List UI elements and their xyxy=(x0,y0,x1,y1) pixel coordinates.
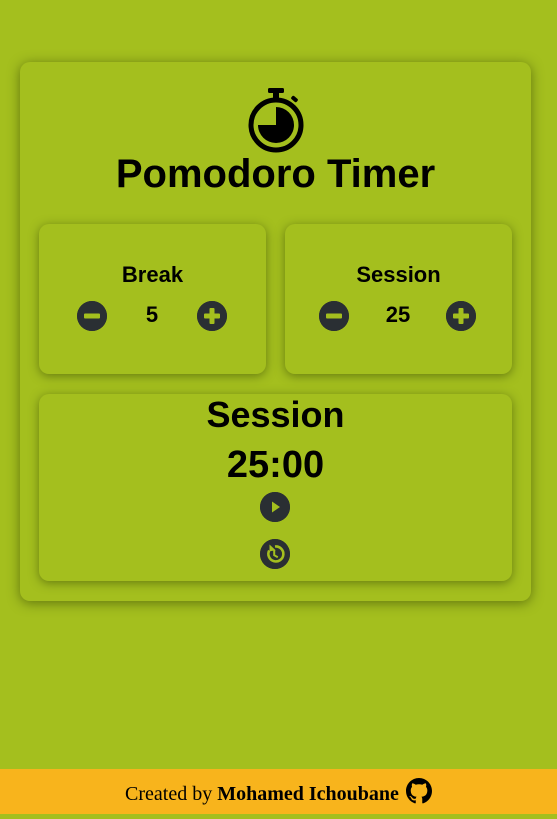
session-panel: Session 25 xyxy=(285,224,512,374)
play-circle-icon xyxy=(260,492,290,522)
minus-circle-icon xyxy=(77,301,107,331)
timer-panel: Session 25:00 xyxy=(39,394,512,581)
break-increment-button[interactable] xyxy=(197,301,227,331)
start-stop-button[interactable] xyxy=(260,492,290,522)
stopwatch-icon xyxy=(248,88,304,153)
github-icon[interactable] xyxy=(405,778,432,804)
minus-circle-icon xyxy=(319,301,349,331)
plus-circle-icon xyxy=(446,301,476,331)
break-decrement-button[interactable] xyxy=(77,301,107,331)
page-title: Pomodoro Timer xyxy=(115,152,436,196)
footer-prefix: Created by xyxy=(125,783,213,805)
pomodoro-card: Pomodoro Timer Break 5 Session 25 Sessio… xyxy=(20,62,531,601)
break-length-value: 5 xyxy=(145,302,159,327)
session-label: Session xyxy=(356,262,441,287)
plus-circle-icon xyxy=(197,301,227,331)
break-label: Break xyxy=(121,262,184,287)
session-decrement-button[interactable] xyxy=(319,301,349,331)
session-length-value: 25 xyxy=(385,302,411,327)
break-panel: Break 5 xyxy=(39,224,266,374)
session-increment-button[interactable] xyxy=(446,301,476,331)
reset-icon xyxy=(260,539,290,569)
timer-display: 25:00 xyxy=(226,444,325,486)
timer-label: Session xyxy=(206,394,345,435)
footer: Created by Mohamed Ichoubane xyxy=(0,769,557,814)
reset-button[interactable] xyxy=(260,539,290,569)
author-name: Mohamed Ichoubane xyxy=(217,783,399,805)
